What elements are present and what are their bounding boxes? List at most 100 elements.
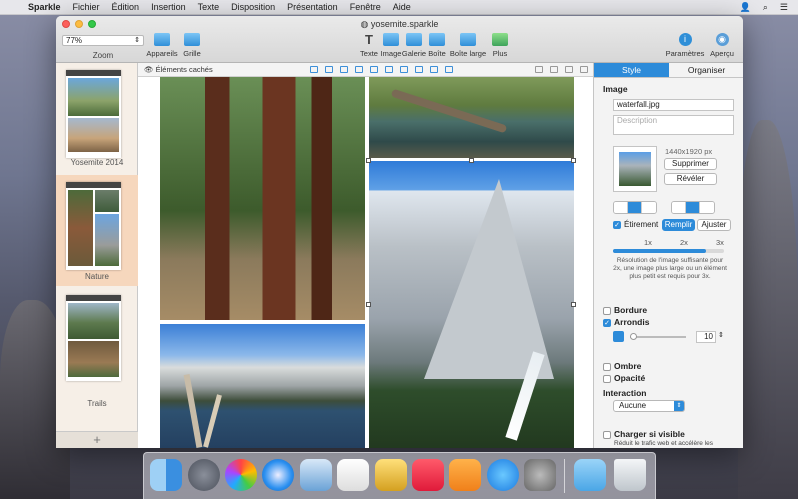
info-icon: i [678,33,692,46]
etirement-checkbox[interactable]: ✓ Étirement [613,220,658,229]
downloads-folder-icon[interactable] [574,459,606,491]
remplir-button[interactable]: Remplir [662,219,695,231]
interaction-select[interactable]: Aucune ⇕ [613,400,685,412]
tab-style[interactable]: Style [594,63,669,77]
align-right-icon[interactable] [340,66,348,73]
slider-knob[interactable] [630,333,637,340]
arrondis-slider[interactable] [630,333,686,340]
canvas-toolbar: 👁 Éléments cachés [138,63,593,77]
finder-icon[interactable] [150,459,182,491]
same-width-icon[interactable] [430,66,438,73]
photo-lake-mountains[interactable] [160,324,365,448]
selection-handle[interactable] [469,158,474,163]
menu-edition[interactable]: Édition [106,2,146,12]
chevron-updown-icon: ⇕ [674,401,684,411]
opacite-checkbox[interactable]: Opacité [603,373,645,383]
distribute-vertical-icon[interactable] [415,66,423,73]
apercu-button[interactable]: ◉ Aperçu [705,33,739,58]
supprimer-button[interactable]: Supprimer [664,158,717,170]
send-back-icon[interactable] [580,66,588,73]
itunes-icon[interactable] [412,459,444,491]
ombre-checkbox[interactable]: Ombre [603,361,641,371]
photo-waterfall[interactable] [369,161,574,448]
menu-fichier[interactable]: Fichier [67,2,106,12]
resolution-1x: 1x [644,238,652,247]
page-thumbnail [66,70,121,158]
menu-texte[interactable]: Texte [192,2,226,12]
reveler-button[interactable]: Révéler [664,173,717,185]
selection-handle[interactable] [571,302,576,307]
arrondis-checkbox[interactable]: ✓ Arrondis [603,317,649,327]
menu-aide[interactable]: Aide [387,2,417,12]
notification-center-icon[interactable]: ☰ [780,2,788,13]
launchpad-icon[interactable] [188,459,220,491]
filename-field[interactable]: waterfall.jpg [613,99,734,111]
zoom-select[interactable]: 77% ⇕ [62,35,144,46]
safari-icon[interactable] [262,459,294,491]
menu-presentation[interactable]: Présentation [281,2,344,12]
tab-organiser[interactable]: Organiser [669,63,743,77]
align-left-icon[interactable] [310,66,318,73]
selection-handle[interactable] [366,158,371,163]
hidden-elements-toggle[interactable]: 👁 Éléments cachés [144,65,213,74]
description-field[interactable]: Description [613,115,734,135]
horizontal-align-segment[interactable] [613,201,657,214]
photo-app-icon[interactable] [375,459,407,491]
boite-large-button[interactable]: Boîte large [449,33,487,58]
appareils-button[interactable]: Appareils [145,33,179,58]
align-right-icon[interactable] [642,202,656,213]
bring-forward-icon[interactable] [535,66,543,73]
add-page-button[interactable]: + [56,431,138,448]
user-icon[interactable]: 👤 [740,2,751,13]
bordure-checkbox[interactable]: Bordure [603,305,647,315]
bring-front-icon[interactable] [550,66,558,73]
align-middle-icon[interactable] [686,202,700,213]
photo-lake-log[interactable] [369,77,574,158]
page-label: Trails [87,399,107,408]
same-height-icon[interactable] [445,66,453,73]
photo-redwoods[interactable] [160,77,365,320]
window-title-text: yosemite.sparkle [370,19,439,29]
page-item-trails[interactable]: Trails [56,287,138,408]
dock [143,452,656,499]
align-bottom-icon[interactable] [385,66,393,73]
menu-app[interactable]: Sparkle [22,2,67,12]
menu-insertion[interactable]: Insertion [145,2,192,12]
app-store-icon[interactable] [487,459,519,491]
trash-icon[interactable] [614,459,646,491]
vertical-align-segment[interactable] [671,201,715,214]
mail-icon[interactable] [300,459,332,491]
charger-si-visible-checkbox[interactable]: Charger si visible [603,429,685,439]
menu-fenetre[interactable]: Fenêtre [344,2,387,12]
resolution-bar [613,249,724,253]
system-preferences-icon[interactable] [524,459,556,491]
page-item-yosemite[interactable]: Yosemite 2014 [56,63,138,173]
align-middle-icon[interactable] [370,66,378,73]
sparkle-app-icon[interactable] [225,459,257,491]
selection-handle[interactable] [366,302,371,307]
distribute-horizontal-icon[interactable] [400,66,408,73]
spotlight-icon[interactable]: ⌕ [763,2,768,13]
stepper-icon[interactable]: ⇕ [718,331,724,339]
ajuster-button[interactable]: Ajuster [697,219,731,231]
parametres-button[interactable]: i Paramètres [665,33,705,58]
arrondis-value-field[interactable]: 10 [696,331,716,343]
align-left-icon[interactable] [614,202,628,213]
grille-button[interactable]: Grille [175,33,209,58]
page-item-nature[interactable]: Nature [56,175,138,286]
menu-disposition[interactable]: Disposition [225,2,281,12]
ibooks-icon[interactable] [449,459,481,491]
boite-large-label: Boîte large [449,49,487,58]
align-center-icon[interactable] [628,202,642,213]
image-dimensions: 1440x1920 px [665,147,713,156]
preview-icon[interactable] [337,459,369,491]
align-top-icon[interactable] [355,66,363,73]
align-center-icon[interactable] [325,66,333,73]
checkbox-box [603,430,611,439]
page-canvas [138,77,593,448]
align-top-icon[interactable] [672,202,686,213]
selection-handle[interactable] [571,158,576,163]
plus-button[interactable]: Plus [483,33,517,58]
send-backward-icon[interactable] [565,66,573,73]
align-bottom-icon[interactable] [700,202,714,213]
